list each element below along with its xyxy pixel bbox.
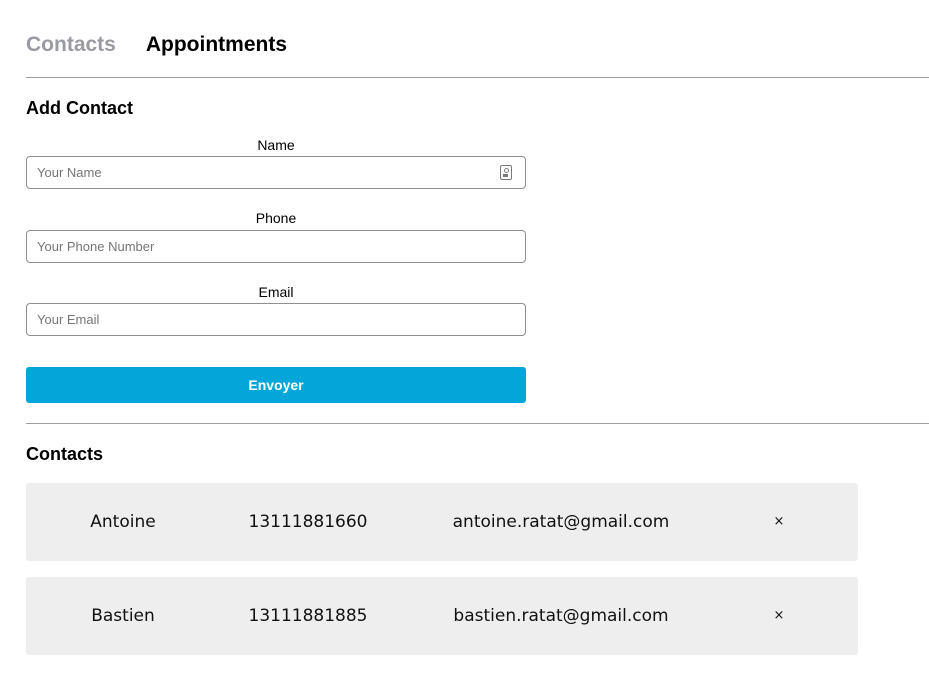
tab-contacts[interactable]: Contacts (26, 31, 116, 61)
contact-phone: 13111881660 (248, 512, 368, 532)
nav-divider (26, 77, 929, 78)
contact-phone: 13111881885 (248, 606, 368, 626)
tab-appointments[interactable]: Appointments (146, 31, 287, 61)
contact-name: Antoine (90, 512, 156, 532)
contacts-title: Contacts (26, 444, 104, 464)
contact-row: Bastien 13111881885 bastien.ratat@gmail.… (26, 577, 858, 655)
close-icon[interactable]: × (764, 483, 794, 561)
name-input[interactable] (26, 156, 526, 189)
close-icon[interactable]: × (764, 577, 794, 655)
phone-label: Phone (255, 210, 297, 226)
submit-button[interactable]: Envoyer (26, 367, 526, 403)
contact-email: antoine.ratat@gmail.com (452, 512, 670, 532)
email-input[interactable] (26, 303, 526, 336)
contact-name: Bastien (91, 606, 155, 626)
contact-email: bastien.ratat@gmail.com (453, 606, 669, 626)
contact-card-icon[interactable] (500, 165, 512, 180)
email-label: Email (258, 284, 294, 300)
section-divider (26, 423, 929, 424)
phone-input[interactable] (26, 230, 526, 263)
top-nav: Contacts Appointments (26, 31, 287, 61)
contact-row: Antoine 13111881660 antoine.ratat@gmail.… (26, 483, 858, 561)
name-label: Name (257, 137, 295, 153)
add-contact-title: Add Contact (26, 98, 133, 118)
